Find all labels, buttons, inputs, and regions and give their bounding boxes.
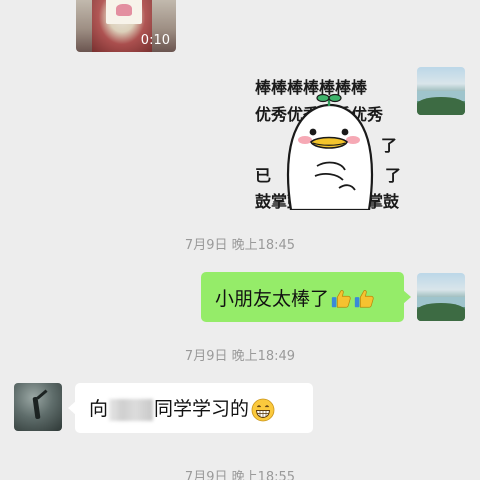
sticker-text: 了	[385, 166, 402, 185]
thumbs-up-icon	[331, 290, 351, 308]
avatar[interactable]	[417, 273, 465, 321]
message-text-content: 同学学习的	[154, 398, 250, 421]
redacted-text	[109, 398, 154, 421]
video-duration: 0:10	[140, 33, 170, 48]
sticker-text: 已	[255, 166, 272, 185]
message-text-content: 小朋友太棒了	[215, 287, 330, 310]
message-text-content: 向	[89, 398, 109, 421]
message-timestamp: 7月9日 晚上18:55	[184, 470, 296, 480]
avatar-figure-arm	[36, 389, 48, 400]
message-text: 向 同学学习的	[89, 394, 275, 422]
message-text: 小朋友太棒了	[215, 284, 375, 311]
message-timestamp: 7月9日 晚上18:45	[184, 238, 296, 253]
thumbs-up-icon	[354, 290, 374, 308]
avatar-hills	[417, 303, 465, 321]
my-message-bubble[interactable]: 小朋友太棒了	[201, 272, 411, 322]
avatar[interactable]	[417, 67, 465, 115]
chat-window: 0:10 棒棒棒棒棒棒棒 优秀优秀优秀优秀 了 已 了 鼓掌鼓掌鼓掌鼓掌鼓	[0, 0, 480, 480]
duck-sticker-icon	[286, 93, 374, 210]
message-timestamp: 7月9日 晚上18:49	[184, 349, 296, 364]
sticker-message[interactable]: 棒棒棒棒棒棒棒 优秀优秀优秀优秀 了 已 了 鼓掌鼓掌鼓掌鼓掌鼓	[253, 70, 409, 210]
avatar-figure	[32, 396, 41, 420]
grinning-face-icon	[251, 398, 275, 422]
avatar-hills	[417, 97, 465, 115]
avatar[interactable]	[14, 383, 62, 431]
video-message[interactable]: 0:10	[76, 0, 176, 52]
sticker-text: 了	[381, 136, 398, 155]
video-thumbnail-card	[106, 0, 142, 24]
friend-message-bubble[interactable]: 向 同学学习的	[68, 383, 313, 433]
